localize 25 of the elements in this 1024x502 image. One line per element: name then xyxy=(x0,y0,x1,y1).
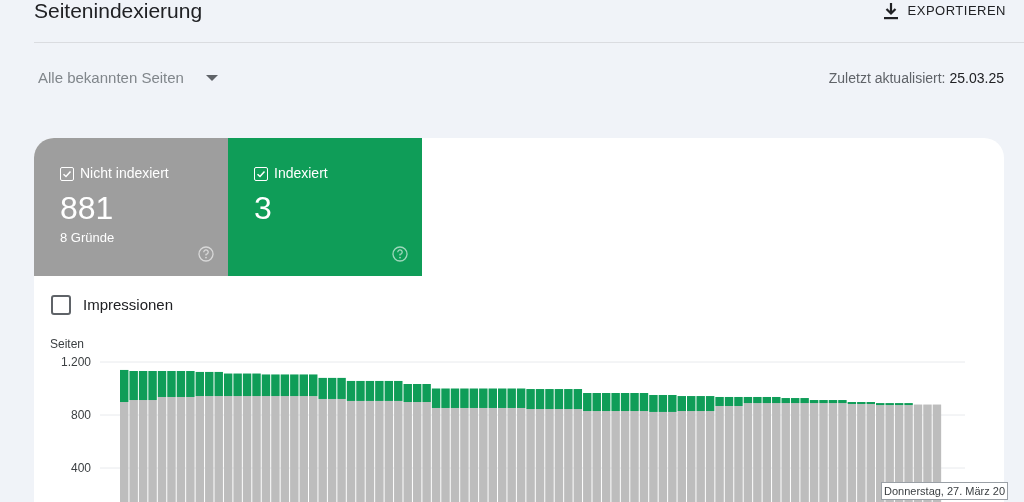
card-count: 881 xyxy=(60,189,115,228)
summary-card[interactable]: Nicht indexiert 881 8 Gründe xyxy=(34,138,228,276)
axis-tick-label: 400 xyxy=(70,460,91,475)
caret-icon xyxy=(205,75,218,81)
updated-date: 25.03.25 xyxy=(949,68,1004,88)
axis-tick-label: 1.200 xyxy=(60,354,91,369)
check-icon xyxy=(62,168,72,179)
axis-tick-label: 800 xyxy=(70,407,91,422)
help-icon[interactable] xyxy=(392,246,408,262)
axis-label: Seiten xyxy=(50,336,85,351)
checkbox[interactable] xyxy=(51,295,71,316)
help-icon[interactable] xyxy=(198,246,214,262)
pages-dropdown[interactable]: Alle bekannten Seiten xyxy=(38,66,218,90)
export-button[interactable]: EXPORTIEREN xyxy=(875,0,1014,23)
card-count: 3 xyxy=(254,189,273,228)
page-title: Seitenindexierung xyxy=(34,0,203,23)
card-subtitle: 8 Gründe xyxy=(60,229,116,247)
updated-label: Zuletzt aktualisiert: xyxy=(828,68,946,88)
card-label: Nicht indexiert xyxy=(80,164,169,183)
download-icon xyxy=(883,1,898,20)
check-icon xyxy=(256,168,266,179)
card-label: Indexiert xyxy=(274,164,328,183)
summary-card[interactable]: Indexiert 3 xyxy=(228,138,422,276)
checkbox-label: Impressionen xyxy=(83,295,174,315)
tooltip: Donnerstag, 27. März 20 xyxy=(881,481,1009,500)
